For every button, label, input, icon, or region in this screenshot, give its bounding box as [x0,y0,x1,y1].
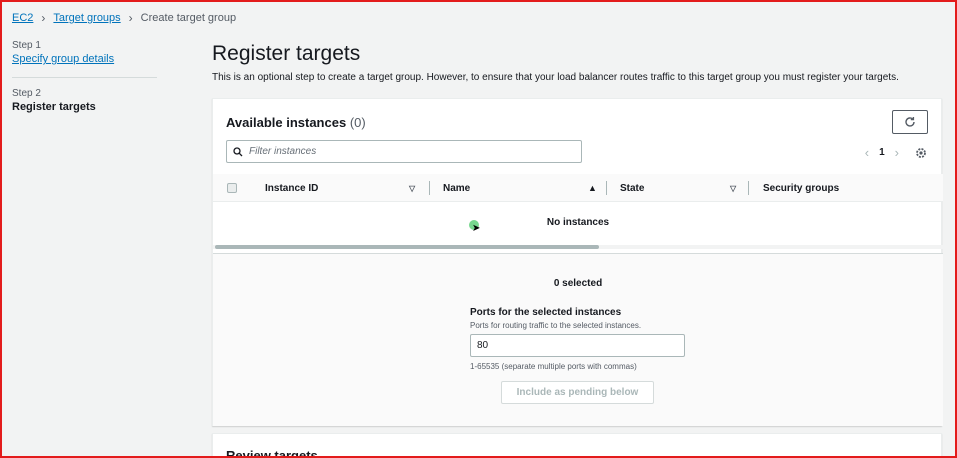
select-all-checkbox[interactable] [227,183,237,193]
page-title: Register targets [212,42,361,65]
available-instances-panel: Available instances (0) Filter instances… [212,98,943,426]
breadcrumb-ec2[interactable]: EC2 [12,12,33,24]
cursor-icon: ➤ [472,223,481,234]
scrollbar-thumb[interactable] [215,245,599,249]
wizard-steps-nav: Step 1 Specify group details Step 2 Regi… [12,40,157,113]
ports-hint: 1-65535 (separate multiple ports with co… [470,362,637,371]
ports-input[interactable] [470,334,685,357]
column-divider [606,181,607,195]
include-as-pending-button[interactable]: Include as pending below [501,381,654,404]
column-divider [429,181,430,195]
breadcrumb: EC2 › Target groups › Create target grou… [12,10,236,26]
chevron-right-icon[interactable]: › [895,145,899,160]
breadcrumb-target-groups[interactable]: Target groups [53,12,120,24]
chevron-right-icon: › [41,11,46,25]
sort-down-icon[interactable]: ▽ [730,174,736,202]
nav-divider [12,77,157,78]
filter-placeholder: Filter instances [249,146,317,157]
filter-instances-input[interactable]: Filter instances [226,140,582,163]
empty-state: No instances [546,216,610,228]
ports-label: Ports for the selected instances [470,307,622,318]
horizontal-scrollbar[interactable] [213,245,943,249]
chevron-left-icon[interactable]: ‹ [865,145,869,160]
sort-up-icon[interactable]: ▲ [588,174,597,202]
selected-count: 0 selected [553,278,603,289]
available-instances-title: Available instances (0) [226,115,366,130]
review-targets-panel: Review targets [212,433,942,458]
column-instance-id[interactable]: Instance ID [265,174,318,202]
ports-description: Ports for routing traffic to the selecte… [470,321,642,330]
page-header: Register targets This is an optional ste… [212,42,942,83]
refresh-icon [905,117,915,127]
column-security-groups[interactable]: Security groups [763,174,839,202]
pagination: ‹ 1 › [865,145,927,160]
column-state[interactable]: State [620,174,644,202]
selection-section: 0 selected Ports for the selected instan… [213,253,943,426]
page-description: This is an optional step to create a tar… [212,72,899,83]
breadcrumb-current: Create target group [140,12,237,24]
instance-count: (0) [349,115,366,130]
step-2-current: Register targets [12,101,96,113]
page-number[interactable]: 1 [879,147,885,158]
table-header: Instance ID ▽ Name ▲ State ▽ Security gr… [213,174,943,202]
sort-down-icon[interactable]: ▽ [409,174,415,202]
panel-title-text: Available instances [226,115,347,130]
step-2-number: Step 2 [12,88,41,99]
gear-icon[interactable] [915,147,927,159]
refresh-button[interactable] [892,110,928,134]
search-icon [233,146,243,156]
select-all-checkbox-cell [227,174,237,202]
review-targets-title: Review targets [226,448,318,458]
step-1-link[interactable]: Specify group details [12,53,157,65]
step-1-number: Step 1 [12,40,41,51]
column-name[interactable]: Name [443,174,470,202]
chevron-right-icon: › [128,11,133,25]
column-divider [748,181,749,195]
